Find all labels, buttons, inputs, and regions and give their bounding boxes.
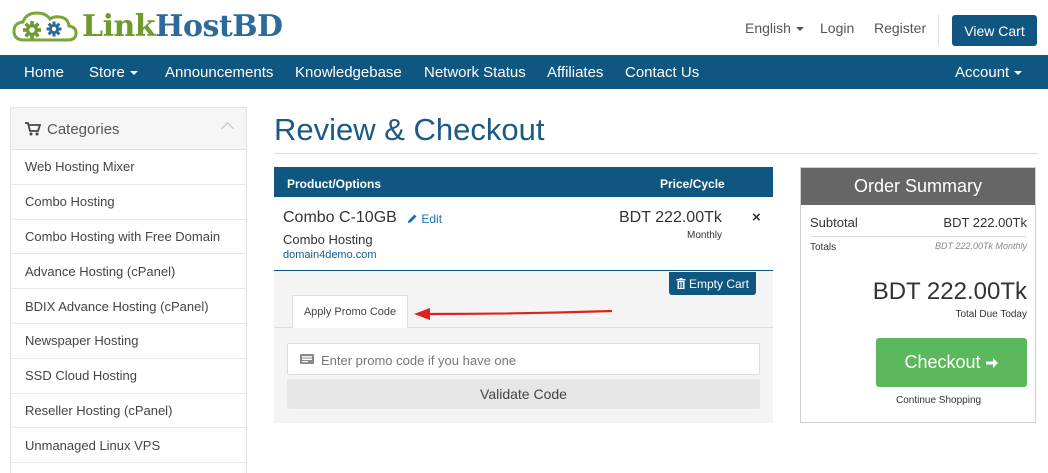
caret-down-icon bbox=[795, 27, 804, 32]
edit-product-link[interactable]: Edit bbox=[407, 212, 442, 226]
remove-item-icon[interactable]: × bbox=[752, 209, 761, 226]
sidebar-item-web-hosting-mixer[interactable]: Web Hosting Mixer bbox=[11, 150, 246, 185]
col-product-options: Product/Options bbox=[287, 177, 381, 191]
cart-panel: Product/Options Price/Cycle Combo C-10GB… bbox=[274, 167, 773, 423]
product-domain: domain4demo.com bbox=[283, 249, 377, 261]
chevron-up-icon[interactable] bbox=[221, 122, 234, 135]
cart-table-header: Product/Options Price/Cycle bbox=[274, 167, 773, 197]
checkout-button[interactable]: Checkout bbox=[876, 338, 1027, 387]
ticket-icon bbox=[300, 354, 314, 364]
top-header: LinkHostBD English Login Register View C… bbox=[0, 0, 1048, 55]
sidebar-item-combo-hosting[interactable]: Combo Hosting bbox=[11, 185, 246, 220]
sidebar-item-unmanaged-linux-vps[interactable]: Unmanaged Linux VPS bbox=[11, 428, 246, 464]
subtotal-value: BDT 222.00Tk bbox=[943, 215, 1027, 230]
empty-cart-button[interactable]: Empty Cart bbox=[669, 272, 756, 295]
total-due-amount: BDT 222.00Tk bbox=[872, 278, 1027, 305]
nav-announcements[interactable]: Announcements bbox=[165, 64, 273, 81]
title-divider bbox=[274, 153, 1038, 154]
sidebar-item-advance-hosting[interactable]: Advance Hosting (cPanel) bbox=[11, 254, 246, 290]
sidebar-item-combo-hosting-free-domain[interactable]: Combo Hosting with Free Domain bbox=[11, 220, 246, 255]
caret-down-icon bbox=[1014, 71, 1023, 76]
caret-down-icon bbox=[129, 71, 138, 76]
billing-cycle: Monthly bbox=[687, 230, 723, 241]
site-logo[interactable]: LinkHostBD bbox=[12, 6, 283, 46]
cart-item-row: Combo C-10GB Edit Combo Hosting domain4d… bbox=[274, 197, 773, 271]
totals-value: BDT 222.00Tk Monthly bbox=[934, 241, 1027, 251]
sidebar-title: Categories bbox=[47, 121, 120, 138]
header-divider bbox=[938, 15, 939, 45]
page-title: Review & Checkout bbox=[274, 112, 545, 147]
sidebar-item-ssd-cloud-hosting[interactable]: SSD Cloud Hosting bbox=[11, 359, 246, 394]
nav-home[interactable]: Home bbox=[24, 64, 64, 81]
validate-code-button[interactable]: Validate Code bbox=[287, 379, 760, 409]
product-price: BDT 222.00Tk bbox=[619, 209, 722, 226]
subtotal-label: Subtotal bbox=[810, 215, 858, 230]
continue-shopping-link[interactable]: Continue Shopping bbox=[896, 395, 1048, 406]
register-link[interactable]: Register bbox=[874, 20, 926, 36]
pencil-icon bbox=[408, 214, 417, 223]
nav-knowledgebase[interactable]: Knowledgebase bbox=[295, 64, 402, 81]
nav-affiliates[interactable]: Affiliates bbox=[547, 64, 603, 81]
promo-code-field[interactable] bbox=[287, 343, 760, 375]
trash-icon bbox=[676, 278, 686, 289]
summary-divider bbox=[810, 236, 1027, 237]
nav-store[interactable]: Store bbox=[89, 64, 138, 81]
view-cart-button[interactable]: View Cart bbox=[952, 15, 1037, 46]
order-summary-panel: Order Summary Subtotal BDT 222.00Tk Tota… bbox=[800, 167, 1036, 423]
totals-label: Totals bbox=[810, 242, 837, 253]
product-name: Combo C-10GB bbox=[283, 209, 397, 226]
language-dropdown[interactable]: English bbox=[745, 20, 804, 36]
sidebar-item-reseller-hosting[interactable]: Reseller Hosting (cPanel) bbox=[11, 394, 246, 429]
nav-network-status[interactable]: Network Status bbox=[424, 64, 526, 81]
nav-contact-us[interactable]: Contact Us bbox=[625, 64, 699, 81]
nav-account[interactable]: Account bbox=[955, 64, 1023, 81]
arrow-right-icon bbox=[985, 357, 998, 368]
sidebar-item-newspaper-hosting[interactable]: Newspaper Hosting bbox=[11, 324, 246, 359]
order-summary-title: Order Summary bbox=[801, 168, 1035, 205]
brand-name: LinkHostBD bbox=[82, 8, 283, 44]
cloud-gear-icon bbox=[12, 11, 78, 42]
col-price-cycle: Price/Cycle bbox=[660, 177, 725, 191]
total-due-label: Total Due Today bbox=[955, 309, 1027, 320]
sidebar-item-bdix-advance-hosting[interactable]: BDIX Advance Hosting (cPanel) bbox=[11, 289, 246, 324]
promo-code-input[interactable] bbox=[321, 350, 751, 370]
main-navbar: Home Store Announcements Knowledgebase N… bbox=[0, 55, 1048, 89]
categories-sidebar: Categories Web Hosting Mixer Combo Hosti… bbox=[10, 107, 247, 473]
product-group: Combo Hosting bbox=[283, 232, 373, 247]
order-summary-body: Subtotal BDT 222.00Tk Totals BDT 222.00T… bbox=[801, 205, 1035, 422]
login-link[interactable]: Login bbox=[820, 20, 854, 36]
tab-apply-promo-code[interactable]: Apply Promo Code bbox=[292, 295, 408, 328]
cart-icon bbox=[25, 122, 41, 136]
sidebar-header[interactable]: Categories bbox=[11, 108, 246, 150]
